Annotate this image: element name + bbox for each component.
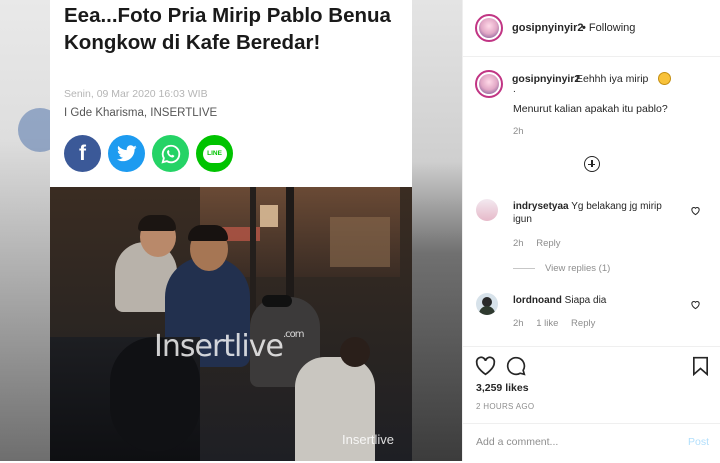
comment-meta: 2h 1 like Reply — [513, 318, 596, 329]
comment-avatar[interactable] — [476, 293, 498, 315]
bookmark-icon[interactable] — [692, 356, 709, 376]
article-header: Eea...Foto Pria Mirip Pablo Benua Kongko… — [50, 0, 412, 187]
comment-text: indrysetyaa Yg belakang jg mirip igun — [513, 201, 662, 225]
caption-text-line2: Menurut kalian apakah itu pablo? — [513, 103, 668, 115]
account-avatar[interactable] — [475, 14, 503, 42]
watermark-insertlive-small: Insertlive — [342, 432, 395, 447]
facebook-share-button[interactable]: f — [64, 135, 101, 172]
share-buttons: f LINE — [64, 135, 233, 172]
facebook-icon: f — [79, 141, 86, 165]
person-head — [340, 337, 370, 367]
grinning-emoji-icon — [658, 72, 671, 85]
header-username[interactable]: gosipnyinyir2 — [512, 22, 584, 34]
view-replies-button[interactable]: View replies (1) — [545, 263, 610, 274]
caption-username[interactable]: gosipnyinyir2 — [512, 73, 580, 85]
comment-username[interactable]: lordnoand — [513, 295, 562, 306]
cafe-photo: Insertlive.com Insertlive — [50, 187, 412, 461]
line-share-button[interactable]: LINE — [196, 135, 233, 172]
watermark-insertlive: Insertlive.com — [154, 329, 304, 364]
comment-username[interactable]: indrysetyaa — [513, 201, 569, 212]
twitter-icon — [116, 145, 137, 162]
follow-status[interactable]: • Following — [582, 22, 635, 34]
post-comment-button[interactable]: Post — [688, 436, 709, 448]
caption-avatar[interactable] — [475, 70, 503, 98]
like-heart-icon[interactable] — [475, 356, 496, 376]
reply-button[interactable]: Reply — [571, 318, 595, 329]
whatsapp-icon — [160, 144, 180, 164]
view-replies-line — [513, 268, 535, 269]
light-fixture — [260, 205, 278, 227]
post-sidebar: gosipnyinyir2 • Following gosipnyinyir2 … — [462, 0, 720, 461]
caption-time: 2h — [513, 126, 524, 137]
comment-avatar[interactable] — [476, 199, 498, 221]
post-header: gosipnyinyir2 • Following — [463, 0, 720, 57]
blurred-background-left — [0, 0, 50, 461]
post-actions: 3,259 likes 2 HOURS AGO Add a comment...… — [463, 346, 720, 462]
post-image: Eea...Foto Pria Mirip Pablo Benua Kongko… — [0, 0, 462, 461]
person-hair — [188, 225, 228, 241]
add-comment-bar: Add a comment... Post — [463, 423, 720, 463]
caption-dot: . — [513, 84, 516, 95]
load-more-comments-icon[interactable] — [584, 156, 600, 172]
cap — [262, 295, 292, 307]
article-author: I Gde Kharisma, INSERTLIVE — [64, 107, 218, 119]
post-timestamp: 2 HOURS AGO — [476, 402, 535, 411]
comment-text: lordnoand Siapa dia — [513, 295, 607, 306]
add-comment-input[interactable]: Add a comment... — [476, 436, 558, 448]
comment-meta: 2h Reply — [513, 238, 561, 249]
whatsapp-share-button[interactable] — [152, 135, 189, 172]
blurred-background-right — [412, 0, 462, 461]
twitter-share-button[interactable] — [108, 135, 145, 172]
article-headline: Eea...Foto Pria Mirip Pablo Benua Kongko… — [64, 4, 391, 54]
reply-button[interactable]: Reply — [536, 238, 560, 249]
person-hair — [138, 215, 176, 231]
line-icon: LINE — [202, 144, 227, 163]
comment-likes[interactable]: 1 like — [536, 318, 558, 329]
like-comment-heart-icon[interactable] — [690, 299, 701, 310]
comment-bubble-icon[interactable] — [506, 356, 526, 376]
like-comment-heart-icon[interactable] — [690, 205, 701, 216]
shelf — [330, 217, 390, 267]
caption-text: Eehhh iya mirip — [576, 73, 649, 85]
article-date: Senin, 09 Mar 2020 16:03 WIB — [64, 88, 208, 100]
likes-count[interactable]: 3,259 likes — [476, 382, 529, 394]
